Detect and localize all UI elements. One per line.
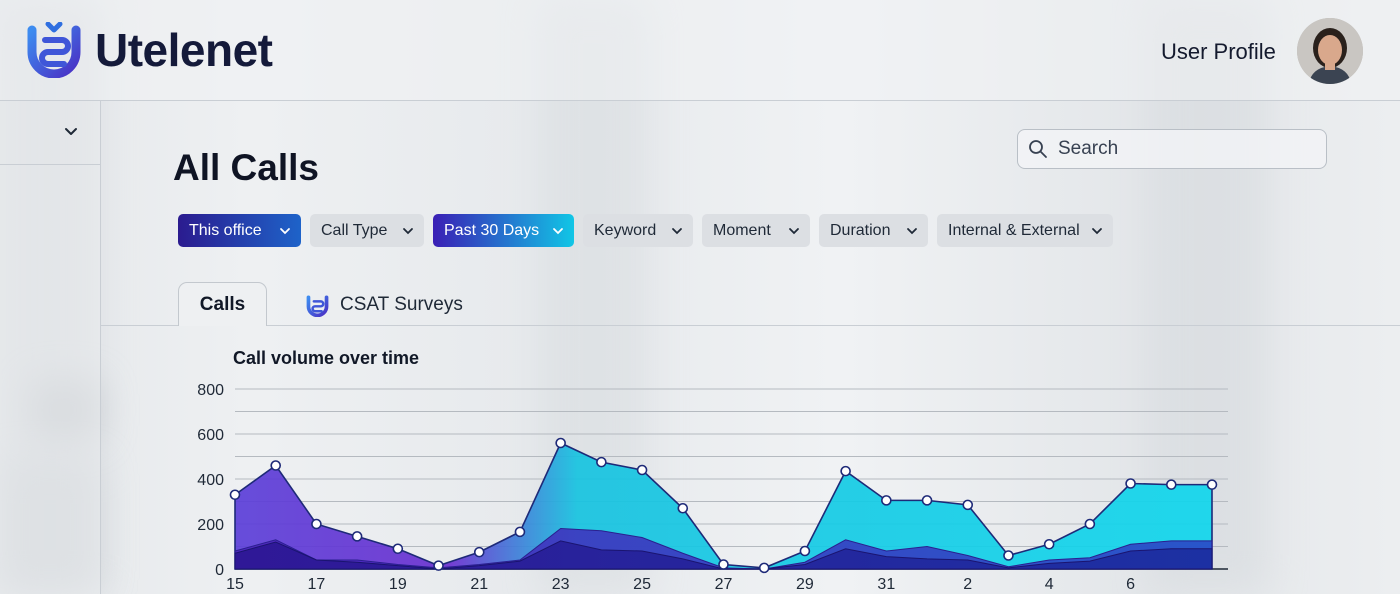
data-point[interactable]	[1003, 550, 1014, 561]
data-point[interactable]	[473, 546, 485, 558]
x-tick-label: 4	[1045, 576, 1054, 593]
data-point[interactable]	[1043, 538, 1055, 550]
x-tick-label: 27	[715, 576, 733, 593]
data-point[interactable]	[799, 545, 811, 557]
x-tick-label: 15	[226, 576, 244, 593]
data-point[interactable]	[840, 465, 851, 477]
data-point[interactable]	[758, 562, 770, 574]
x-tick-label: 19	[389, 576, 407, 593]
data-point[interactable]	[962, 499, 974, 511]
x-tick-label: 29	[796, 576, 814, 593]
x-tick-label: 17	[308, 576, 326, 593]
data-point[interactable]	[921, 495, 933, 506]
data-point[interactable]	[718, 559, 729, 570]
y-tick-label: 800	[197, 382, 224, 399]
data-point[interactable]	[677, 502, 689, 514]
data-point[interactable]	[1084, 518, 1096, 530]
x-tick-label: 6	[1126, 576, 1135, 593]
data-point[interactable]	[514, 526, 526, 538]
x-tick-label: 21	[470, 576, 488, 593]
x-tick-label: 31	[877, 576, 895, 593]
x-tick-label: 25	[633, 576, 651, 593]
data-point[interactable]	[392, 543, 404, 555]
data-point[interactable]	[270, 460, 282, 471]
y-tick-label: 200	[197, 517, 224, 534]
data-point[interactable]	[351, 531, 363, 542]
data-point[interactable]	[881, 495, 892, 506]
y-tick-label: 0	[215, 562, 224, 579]
y-tick-label: 400	[197, 472, 224, 489]
series-area-0	[234, 441, 1213, 570]
data-point[interactable]	[636, 464, 648, 476]
data-point[interactable]	[555, 437, 566, 449]
data-point[interactable]	[311, 518, 322, 530]
data-point[interactable]	[433, 560, 444, 571]
call-volume-chart: 0 200 400 600 800 15 17 19 21 23 25 27 29 31 2 4 6	[197, 382, 1228, 593]
data-point[interactable]	[596, 456, 607, 468]
y-tick-label: 600	[197, 427, 224, 444]
x-tick-label: 2	[963, 576, 972, 593]
data-point[interactable]	[1125, 478, 1136, 489]
x-tick-label: 23	[552, 576, 570, 593]
data-point[interactable]	[1165, 479, 1177, 490]
data-point[interactable]	[1206, 479, 1218, 490]
data-point[interactable]	[229, 489, 241, 501]
